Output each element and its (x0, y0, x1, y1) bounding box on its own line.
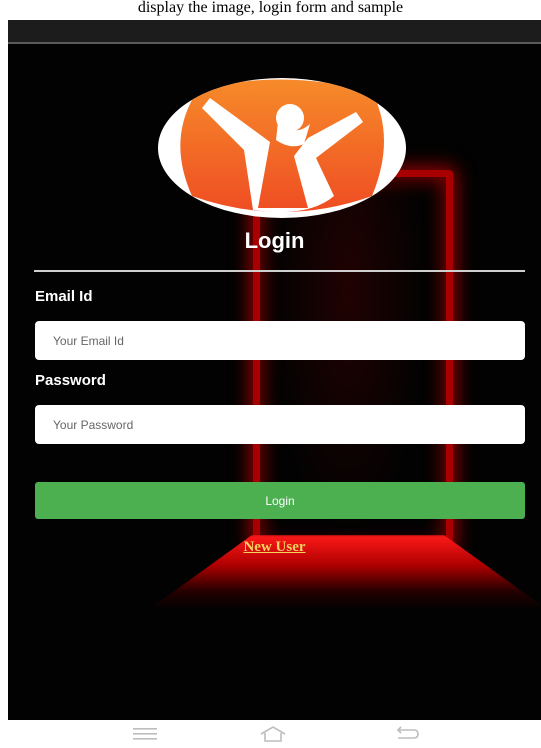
login-title: Login (244, 228, 305, 253)
app-logo (158, 78, 406, 218)
home-icon[interactable] (258, 724, 288, 744)
password-field[interactable] (35, 405, 525, 444)
back-icon[interactable] (392, 724, 422, 744)
app-screen: Login Email Id Password Login New User (8, 20, 541, 720)
menu-icon[interactable] (130, 724, 160, 744)
page-caption: display the image, login form and sample (0, 0, 541, 20)
status-bar (8, 20, 541, 44)
divider (34, 270, 525, 272)
login-button[interactable]: Login (35, 482, 525, 519)
email-field[interactable] (35, 321, 525, 360)
password-label: Password (35, 372, 106, 389)
email-label: Email Id (35, 288, 93, 305)
new-user-link[interactable]: New User (8, 539, 541, 556)
navigation-bar (0, 720, 541, 748)
logo-icon (180, 79, 384, 213)
